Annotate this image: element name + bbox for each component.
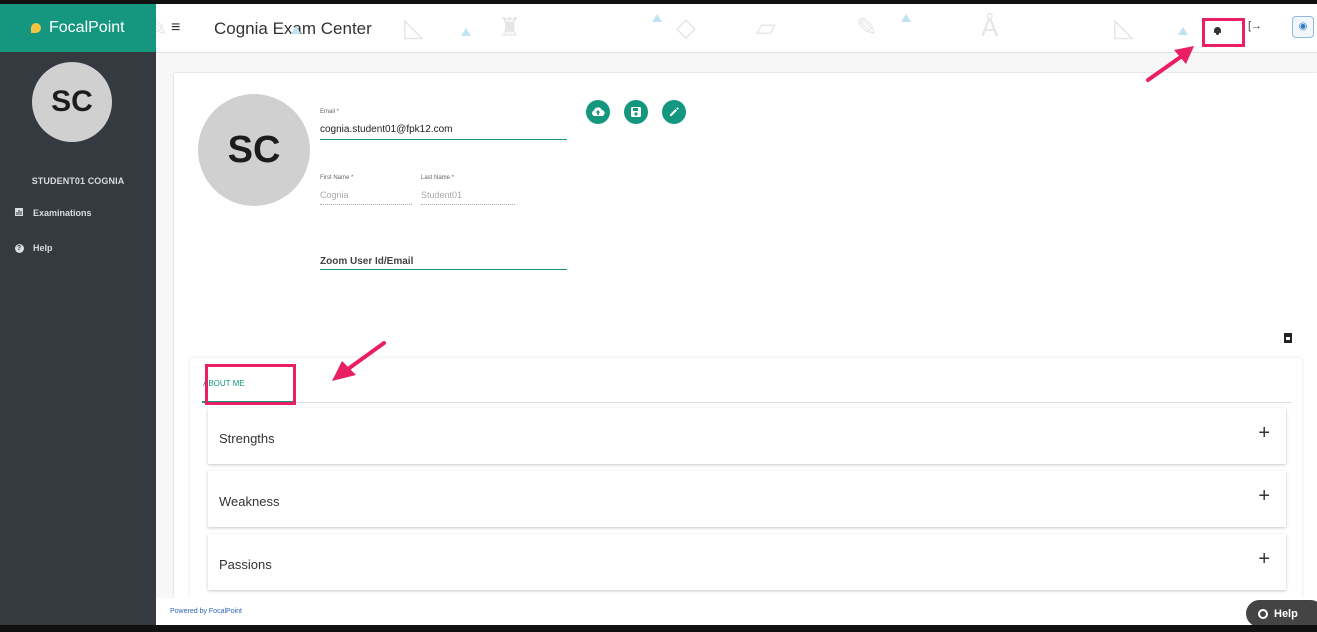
last-name-label: Last Name * bbox=[421, 175, 455, 181]
first-name-underline bbox=[320, 204, 412, 205]
hamburger-menu-icon[interactable]: ≡ bbox=[171, 19, 180, 37]
plus-icon[interactable]: + bbox=[1258, 485, 1270, 508]
main-content: SC Email * cognia.student01@fpk12.com Fi… bbox=[156, 53, 1317, 598]
focalpoint-logo-icon bbox=[31, 23, 41, 33]
profile-avatar[interactable]: SC bbox=[198, 94, 310, 206]
triangle-ruler-decoration-icon: ◺ bbox=[1114, 12, 1134, 42]
screen-capture-icon[interactable]: ◉ bbox=[1292, 16, 1314, 38]
sidebar-item-help[interactable]: ? Help bbox=[14, 242, 53, 253]
logout-icon[interactable]: [→ bbox=[1248, 20, 1262, 32]
footer: Powered by FocalPoint Help bbox=[156, 598, 1317, 627]
confetti-decoration-icon bbox=[291, 26, 301, 34]
save-button[interactable] bbox=[624, 100, 648, 124]
highlight-box-bell bbox=[1202, 18, 1245, 47]
pencil-decoration-icon: ✎ bbox=[156, 12, 168, 43]
highlight-box-about-me bbox=[205, 364, 296, 405]
accordion-label: Strengths bbox=[219, 431, 275, 446]
accordion-label: Passions bbox=[219, 557, 272, 572]
tab-divider bbox=[202, 402, 1292, 403]
sidebar-avatar: SC bbox=[32, 62, 112, 142]
sidebar-user-name: STUDENT01 COGNIA bbox=[31, 176, 125, 186]
email-label: Email * bbox=[320, 109, 340, 115]
sidebar: FocalPoint SC STUDENT01 COGNIA Examinati… bbox=[0, 4, 156, 625]
annotation-arrow-top bbox=[1146, 46, 1194, 82]
accordion-weakness[interactable]: Weakness + bbox=[208, 471, 1286, 527]
upload-button[interactable] bbox=[586, 100, 610, 124]
compass-decoration-icon: Å bbox=[981, 12, 999, 42]
ruler-decoration-icon: ◺ bbox=[404, 12, 424, 42]
first-name-field[interactable]: Cognia bbox=[320, 190, 349, 200]
email-underline bbox=[320, 139, 567, 140]
chart-icon bbox=[14, 208, 24, 218]
confetti-decoration-icon bbox=[901, 14, 911, 22]
sidebar-item-examinations[interactable]: Examinations bbox=[14, 208, 92, 218]
annotation-arrow-about bbox=[332, 341, 386, 381]
document-icon[interactable] bbox=[1284, 333, 1292, 343]
zoom-underline bbox=[320, 269, 567, 270]
confetti-decoration-icon bbox=[461, 28, 471, 36]
powered-by-link[interactable]: Powered by FocalPoint bbox=[170, 608, 242, 615]
chat-bubble-icon bbox=[1258, 608, 1268, 619]
confetti-decoration-icon bbox=[1178, 27, 1188, 35]
accordion-strengths[interactable]: Strengths + bbox=[208, 408, 1286, 464]
cap-decoration-icon: ◇ bbox=[676, 12, 696, 42]
trophy-decoration-icon: ♜ bbox=[498, 12, 522, 42]
zoom-user-field[interactable]: Zoom User Id/Email bbox=[320, 256, 413, 267]
sidebar-item-label: Help bbox=[33, 242, 53, 253]
accordion-label: Weakness bbox=[219, 494, 280, 509]
help-icon: ? bbox=[14, 242, 24, 253]
first-name-label: First Name * bbox=[320, 175, 354, 181]
brand-logo[interactable]: FocalPoint bbox=[0, 4, 156, 52]
edit-button[interactable] bbox=[662, 100, 686, 124]
pencil2-decoration-icon: ✎ bbox=[856, 12, 878, 42]
help-chat-label: Help bbox=[1274, 607, 1298, 620]
help-chat-button[interactable]: Help bbox=[1246, 600, 1317, 627]
last-name-field[interactable]: Student01 bbox=[421, 190, 462, 200]
sidebar-item-label: Examinations bbox=[33, 208, 92, 218]
upload-icon bbox=[592, 107, 605, 117]
email-field[interactable]: cognia.student01@fpk12.com bbox=[320, 124, 452, 135]
save-icon bbox=[631, 107, 641, 117]
plus-icon[interactable]: + bbox=[1258, 548, 1270, 571]
ruler2-decoration-icon: ▱ bbox=[756, 12, 776, 42]
plus-icon[interactable]: + bbox=[1258, 422, 1270, 445]
bottom-bar bbox=[0, 625, 1317, 632]
last-name-underline bbox=[421, 204, 515, 205]
confetti-decoration-icon bbox=[652, 14, 662, 22]
edit-icon bbox=[670, 107, 679, 116]
brand-name: FocalPoint bbox=[49, 19, 125, 36]
accordion-passions[interactable]: Passions + bbox=[208, 534, 1286, 590]
